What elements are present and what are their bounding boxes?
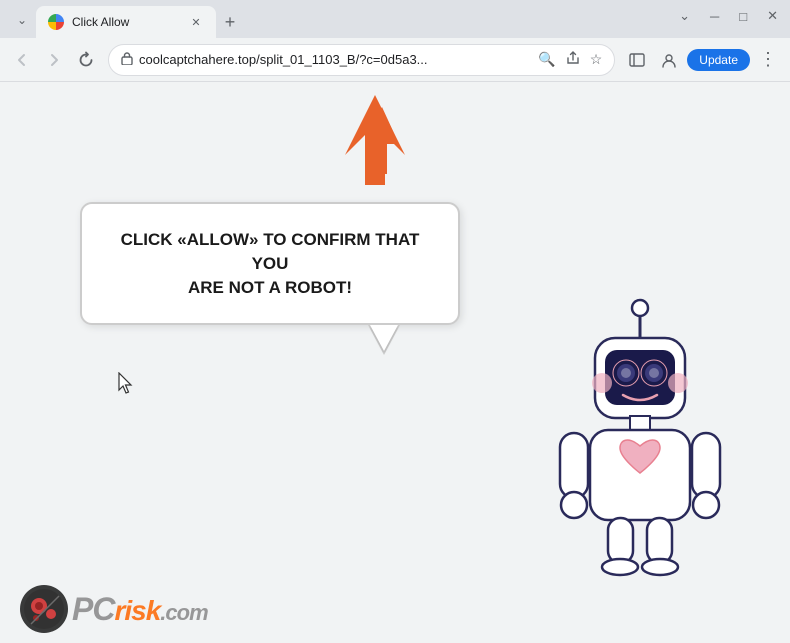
share-icon[interactable]: [566, 51, 580, 68]
ssl-lock-icon: [121, 51, 133, 68]
bookmark-icon[interactable]: ☆: [590, 51, 603, 68]
new-tab-button[interactable]: +: [216, 8, 244, 36]
tab-title: Click Allow: [72, 15, 180, 29]
chrome-menu-button[interactable]: ⋮: [754, 46, 782, 74]
sidebar-button[interactable]: [623, 46, 651, 74]
address-bar[interactable]: coolcaptchahere.top/split_01_1103_B/?c=0…: [108, 44, 615, 76]
tab-list-chevron[interactable]: ⌄: [8, 6, 36, 34]
back-button[interactable]: [8, 46, 36, 74]
pcrisk-logo: [20, 585, 68, 633]
active-tab[interactable]: Click Allow ✕: [36, 6, 216, 38]
window-maximize-button[interactable]: □: [739, 9, 747, 24]
robot-illustration: [530, 283, 750, 583]
window-minimize-button[interactable]: ─: [710, 9, 719, 24]
forward-button[interactable]: [40, 46, 68, 74]
pcrisk-com-text: .com: [160, 600, 207, 626]
pcrisk-watermark: PC risk .com: [20, 585, 208, 633]
tab-close-button[interactable]: ✕: [188, 14, 204, 30]
mouse-cursor: [118, 372, 138, 401]
refresh-button[interactable]: [72, 46, 100, 74]
pcrisk-risk-text: risk: [114, 595, 160, 627]
url-text: coolcaptchahere.top/split_01_1103_B/?c=0…: [139, 52, 532, 67]
update-button[interactable]: Update: [687, 49, 750, 71]
bubble-text: CLICK «ALLOW» TO CONFIRM THAT YOU ARE NO…: [110, 228, 430, 299]
tab-favicon: [48, 14, 64, 30]
profile-button[interactable]: [655, 46, 683, 74]
browser-window: ⌄ Click Allow ✕ + ⌄ ─ □ ✕: [0, 0, 790, 643]
browser-toolbar: coolcaptchahere.top/split_01_1103_B/?c=0…: [0, 38, 790, 82]
speech-bubble: CLICK «ALLOW» TO CONFIRM THAT YOU ARE NO…: [80, 202, 460, 325]
pcrisk-pc-text: PC: [72, 591, 114, 628]
window-chevron-down[interactable]: ⌄: [679, 8, 690, 24]
window-close-button[interactable]: ✕: [767, 8, 778, 24]
arrow-up-indicator: [330, 90, 420, 195]
search-icon[interactable]: 🔍: [538, 51, 555, 68]
page-content: CLICK «ALLOW» TO CONFIRM THAT YOU ARE NO…: [0, 82, 790, 643]
